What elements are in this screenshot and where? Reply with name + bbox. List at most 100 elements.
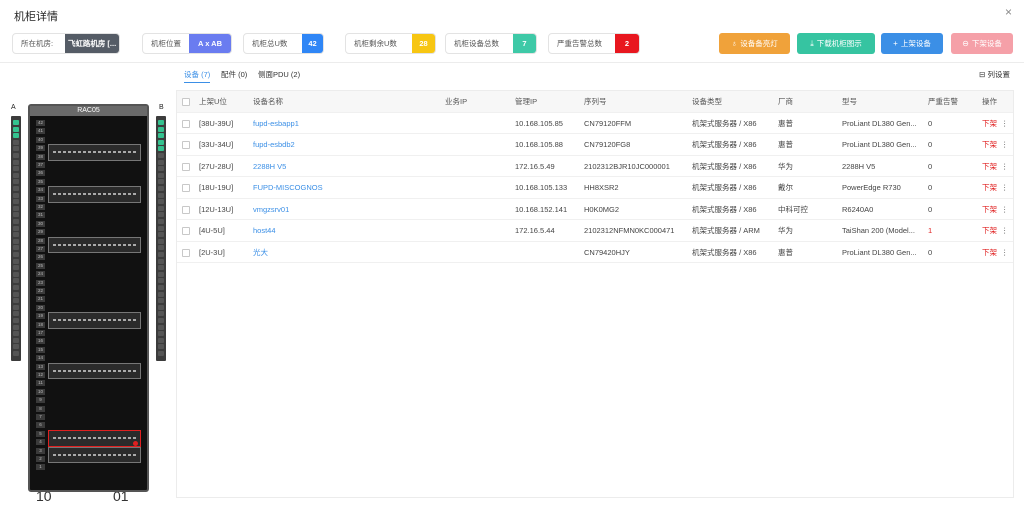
row-checkbox[interactable] [182,248,190,257]
unmount-link[interactable]: 下架 [982,205,997,214]
more-icon[interactable]: ⋮ [1001,162,1009,171]
rack-unit-number: 24 [36,271,45,278]
select-all-checkbox[interactable] [182,98,190,106]
rack-device[interactable] [48,429,141,447]
tab-accessories[interactable]: 配件 (0) [221,69,247,80]
rack-unit: 37 [36,162,141,169]
row-checkbox[interactable] [182,141,190,149]
pdu-outlet [158,245,164,251]
pdu-outlet [13,245,19,251]
device-name-link[interactable]: 光大 [253,242,443,263]
column-header: 管理IP [515,97,538,106]
unmount-device-button[interactable]: ⊖ 下架设备 [951,33,1013,54]
pdu-outlet [13,311,19,317]
table-row[interactable]: [2U-3U] 光大 CN79420HJY 机架式服务器 / X86 惠普 ProLian… [177,242,1013,263]
table-row[interactable]: [38U-39U] fupd-esbapp1 10.168.105.85 CN7912… [177,113,1013,134]
stat-remaining-u: 机柜剩余U数 28 [345,33,436,54]
row-checkbox[interactable] [182,205,190,214]
pdu-outlet [158,225,164,231]
unmount-link[interactable]: 下架 [982,226,997,235]
rack-device[interactable] [48,236,141,254]
device-name-link[interactable]: 2288H V5 [253,156,443,177]
rack-device[interactable] [48,446,141,464]
table-cell [445,220,513,241]
pdu-outlet [13,192,19,198]
pdu-outlet [158,166,164,172]
stat-critical-alarm: 严重告警总数 2 [548,33,640,54]
row-checkbox[interactable] [182,119,190,128]
locate-light-button[interactable]: ♁ 设备备亮灯 [719,33,790,54]
row-checkbox[interactable] [182,227,190,235]
rack-unit-number: 20 [36,304,45,311]
table-cell: 10.168.105.85 [515,118,563,128]
rack-unit-number: 3 [36,447,45,454]
column-settings-button[interactable]: ⊟ 列设置 [979,69,1010,80]
more-icon[interactable]: ⋮ [1001,226,1009,235]
device-name-link[interactable]: fupd-esbapp1 [253,113,443,134]
table-row[interactable]: [4U-5U] host44 172.16.5.44 2102312NFMN0KC00… [177,220,1013,242]
row-actions: 下架 ⋮ [982,156,1012,177]
stat-value: 7 [513,34,536,53]
more-icon[interactable]: ⋮ [1001,183,1009,192]
table-cell: 0 [928,183,933,192]
unmount-link[interactable]: 下架 [982,162,997,171]
tab-side-pdu[interactable]: 侧面PDU (2) [258,69,300,80]
table-cell: 0 [928,118,933,128]
rack-device[interactable] [48,186,141,203]
stat-label: 机柜总U数 [252,39,288,48]
row-checkbox[interactable] [182,184,190,192]
unmount-link[interactable]: 下架 [982,140,997,149]
table-row[interactable]: [12U-13U] vmgzsrv01 10.168.152.141 H0K0MG2 机… [177,199,1013,220]
rack-unit-number: 7 [36,414,45,420]
stat-label: 机柜剩余U数 [354,39,397,48]
row-checkbox[interactable] [182,162,190,171]
unmount-link[interactable]: 下架 [982,119,997,128]
rack-device[interactable] [48,144,141,161]
more-icon[interactable]: ⋮ [1001,248,1009,257]
rack-device[interactable] [48,362,141,380]
more-icon[interactable]: ⋮ [1001,140,1009,149]
unmount-link[interactable]: 下架 [982,183,997,192]
table-row[interactable]: [18U-19U] FUPD-MISCOGNOS 10.168.105.133 HH8… [177,177,1013,199]
rack-unit-number: 32 [36,204,45,210]
table-cell: 10.168.105.133 [515,183,568,192]
device-name-link[interactable]: vmgzsrv01 [253,199,443,220]
more-icon[interactable]: ⋮ [1001,205,1009,214]
tab-devices[interactable]: 设备 (7) [184,69,211,83]
device-name-link[interactable]: fupd-esbdb2 [253,134,443,155]
stat-value: A x AB [189,34,231,53]
table-cell: 机架式服务器 / X86 [692,247,757,257]
rack-cabinet: RAC05 42 41 40 39 38 37 36 35 34 33 32 31 30 29 28 27 26… [28,104,149,492]
device-name-link[interactable]: FUPD-MISCOGNOS [253,177,443,198]
device-name-link[interactable]: host44 [253,220,443,241]
download-rack-diagram-button[interactable]: ⤓ 下载机柜图示 [797,33,875,54]
side-pdu-a[interactable] [11,116,21,361]
table-cell: 机架式服务器 / X86 [692,140,757,149]
more-icon[interactable]: ⋮ [1001,119,1009,128]
stat-value: 28 [412,34,435,53]
column-header: 操作 [982,97,997,106]
unmount-label: 下架设备 [971,39,1002,48]
pdu-outlet [13,265,19,271]
close-icon[interactable]: × [1005,5,1012,19]
table-cell: CN79420HJY [584,247,630,257]
pdu-outlet [13,252,19,257]
rack-unit: 8 [36,405,141,413]
table-row[interactable]: [33U-34U] fupd-esbdb2 10.168.105.88 CN79120… [177,134,1013,156]
pdu-outlet [158,159,164,165]
rack-unit: 25 [36,262,141,270]
rack-device[interactable] [48,312,141,329]
table-row[interactable]: [27U-28U] 2288H V5 172.16.5.49 2102312BJR10… [177,156,1013,177]
unmount-link[interactable]: 下架 [982,248,997,257]
column-header: 业务IP [445,97,468,106]
stat-total-u: 机柜总U数 42 [243,33,324,54]
rack-unit-number: 9 [36,397,45,404]
side-pdu-b[interactable] [156,116,166,361]
stat-datacenter: 所在机房: 飞虹路机房 [... [12,33,120,54]
row-actions: 下架 ⋮ [982,242,1012,263]
mount-device-button[interactable]: + 上架设备 [881,33,943,54]
pdu-outlet [13,166,19,172]
rack-unit-number: 14 [36,355,45,362]
rack-unit: 17 [36,330,141,337]
rack-unit: 20 [36,304,141,312]
